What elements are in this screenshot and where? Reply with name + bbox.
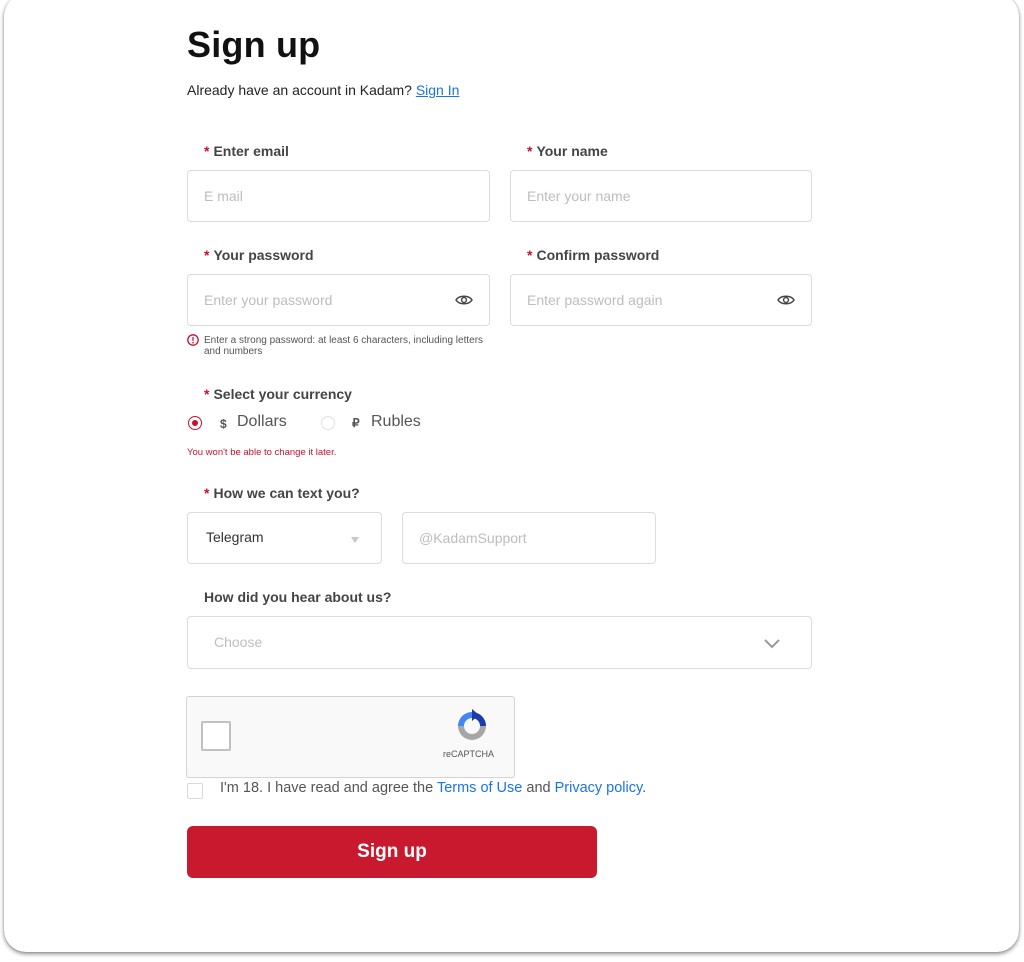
- password-field[interactable]: [187, 274, 490, 326]
- privacy-policy-link[interactable]: Privacy policy: [555, 780, 643, 796]
- caret-down-icon: [351, 537, 359, 543]
- radio-dollars[interactable]: [188, 416, 202, 430]
- currency-radio-group: $ Dollars ₽ Rubles: [187, 413, 447, 433]
- name-label: * Your name: [527, 143, 608, 159]
- required-mark: *: [527, 247, 533, 263]
- contact-handle-field[interactable]: [402, 512, 656, 564]
- confirm-password-label-text: Confirm password: [536, 247, 660, 263]
- required-mark: *: [204, 247, 210, 263]
- agreement-text-before: I'm 18. I have read and agree the: [220, 780, 437, 796]
- contact-label-text: How we can text you?: [213, 485, 360, 501]
- terms-of-use-link[interactable]: Terms of Use: [437, 780, 522, 796]
- recaptcha-brand: reCAPTCHA: [443, 749, 495, 759]
- recaptcha-checkbox[interactable]: [201, 721, 231, 751]
- dollar-sign-icon: $: [220, 417, 227, 431]
- page-title: Sign up: [187, 24, 321, 65]
- signup-card: [4, 0, 1019, 952]
- sign-in-link[interactable]: Sign In: [416, 82, 460, 98]
- contact-method-select[interactable]: Telegram: [187, 512, 382, 564]
- email-label: * Enter email: [204, 143, 289, 159]
- email-label-text: Enter email: [213, 143, 289, 159]
- required-mark: *: [204, 485, 210, 501]
- referral-label: How did you hear about us?: [204, 589, 392, 605]
- contact-label: * How we can text you?: [204, 485, 360, 501]
- agreement-text-middle: and: [522, 780, 555, 796]
- recaptcha-logo-icon: [458, 709, 486, 740]
- password-hint-text: Enter a strong password: at least 6 char…: [204, 335, 484, 357]
- referral-select[interactable]: Choose: [187, 616, 812, 669]
- radio-rubles[interactable]: [321, 416, 335, 430]
- currency-label-text: Select your currency: [213, 386, 352, 402]
- contact-method-value: Telegram: [206, 529, 264, 545]
- eye-icon[interactable]: [777, 293, 795, 307]
- name-field[interactable]: [510, 170, 812, 222]
- agreement-text-after: .: [642, 780, 647, 796]
- agreement-text: I'm 18. I have read and agree the Terms …: [220, 780, 646, 796]
- chevron-down-icon: [764, 639, 780, 649]
- required-mark: *: [204, 143, 210, 159]
- currency-warning: You won't be able to change it later.: [187, 447, 337, 458]
- sign-up-button[interactable]: Sign up: [187, 826, 597, 878]
- required-mark: *: [204, 386, 210, 402]
- option-rubles-label[interactable]: Rubles: [371, 413, 421, 431]
- ruble-sign-icon: ₽: [352, 416, 360, 430]
- signin-prompt-text: Already have an account in Kadam?: [187, 82, 416, 98]
- confirm-password-field[interactable]: [510, 274, 812, 326]
- agreement-checkbox[interactable]: [187, 783, 203, 799]
- password-label: * Your password: [204, 247, 314, 263]
- currency-label: * Select your currency: [204, 386, 352, 402]
- eye-icon[interactable]: [455, 293, 473, 307]
- required-mark: *: [527, 143, 533, 159]
- name-label-text: Your name: [536, 143, 608, 159]
- referral-placeholder: Choose: [214, 634, 263, 650]
- password-label-text: Your password: [213, 247, 314, 263]
- confirm-password-label: * Confirm password: [527, 247, 659, 263]
- signin-prompt: Already have an account in Kadam? Sign I…: [187, 82, 459, 98]
- option-dollars-label[interactable]: Dollars: [237, 413, 287, 431]
- error-icon: [187, 334, 199, 346]
- recaptcha-widget: reCAPTCHA: [186, 696, 515, 778]
- email-field[interactable]: [187, 170, 490, 222]
